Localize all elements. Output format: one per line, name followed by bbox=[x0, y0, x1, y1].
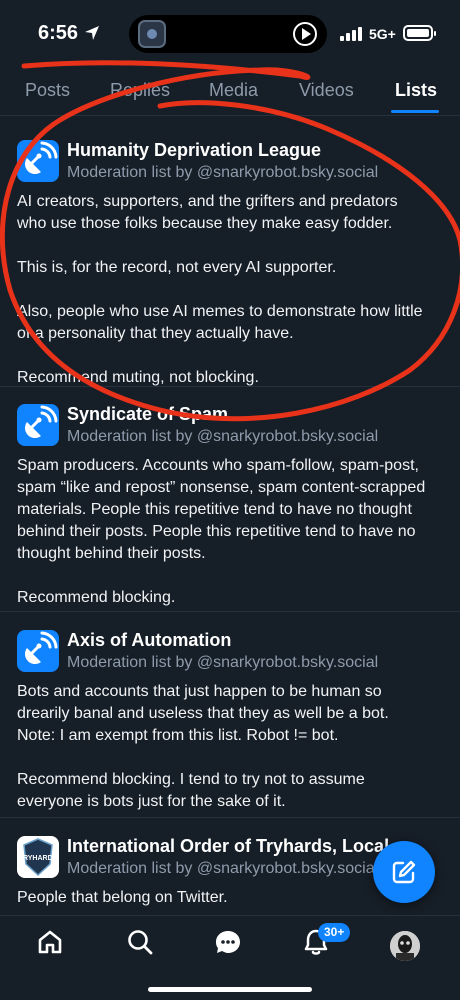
satellite-dish-icon bbox=[17, 630, 59, 672]
live-activity-app-icon bbox=[138, 20, 166, 48]
satellite-dish-icon bbox=[17, 404, 59, 446]
chat-icon[interactable] bbox=[214, 928, 242, 956]
clock-time: 6:56 bbox=[38, 22, 79, 44]
tab-videos[interactable]: Videos bbox=[299, 80, 354, 101]
tab-posts[interactable]: Posts bbox=[25, 80, 70, 101]
list-subtitle: Moderation list by @snarkyrobot.bsky.soc… bbox=[67, 860, 379, 877]
list-description: People that belong on Twitter. bbox=[17, 889, 228, 906]
list-subtitle: Moderation list by @snarkyrobot.bsky.soc… bbox=[67, 654, 379, 671]
profile-avatar[interactable] bbox=[390, 931, 420, 961]
compose-pencil-icon bbox=[392, 860, 416, 884]
signal-bars-icon bbox=[340, 27, 362, 41]
list-title[interactable]: International Order of Tryhards, Local… bbox=[67, 836, 407, 857]
tryhards-logo: TRYHARDS bbox=[17, 836, 59, 878]
svg-text:TRYHARDS: TRYHARDS bbox=[19, 855, 58, 862]
profile-tabs: Posts Replies Media Videos Lists bbox=[0, 68, 460, 116]
list-description: AI creators, supporters, and the grifter… bbox=[17, 193, 423, 386]
tab-lists[interactable]: Lists bbox=[395, 80, 437, 101]
location-arrow-icon bbox=[85, 26, 99, 40]
list-subtitle: Moderation list by @snarkyrobot.bsky.soc… bbox=[67, 164, 379, 181]
play-icon[interactable] bbox=[293, 22, 317, 46]
status-bar: 6:56 5G+ bbox=[0, 0, 460, 68]
list-title[interactable]: Syndicate of Spam bbox=[67, 404, 228, 425]
search-icon[interactable] bbox=[126, 928, 154, 956]
active-tab-indicator bbox=[391, 110, 439, 113]
list-subtitle: Moderation list by @snarkyrobot.bsky.soc… bbox=[67, 428, 379, 445]
home-indicator[interactable] bbox=[148, 987, 312, 992]
list-description: Spam producers. Accounts who spam-follow… bbox=[17, 457, 426, 606]
list-title[interactable]: Axis of Automation bbox=[67, 630, 231, 651]
tab-replies[interactable]: Replies bbox=[110, 80, 170, 101]
home-icon[interactable] bbox=[36, 928, 64, 956]
list-title[interactable]: Humanity Deprivation League bbox=[67, 140, 321, 161]
list-item[interactable]: Axis of Automation Moderation list by @s… bbox=[0, 630, 460, 818]
tab-media[interactable]: Media bbox=[209, 80, 258, 101]
satellite-dish-icon bbox=[17, 140, 59, 182]
list-description: Bots and accounts that just happen to be… bbox=[17, 683, 389, 810]
notifications-badge: 30+ bbox=[318, 923, 351, 942]
dynamic-island[interactable] bbox=[129, 15, 327, 53]
network-type: 5G+ bbox=[369, 26, 396, 42]
compose-button[interactable] bbox=[373, 841, 435, 903]
list-item[interactable]: Humanity Deprivation League Moderation l… bbox=[0, 140, 460, 387]
battery-icon bbox=[403, 25, 436, 41]
list-item[interactable]: Syndicate of Spam Moderation list by @sn… bbox=[0, 404, 460, 612]
